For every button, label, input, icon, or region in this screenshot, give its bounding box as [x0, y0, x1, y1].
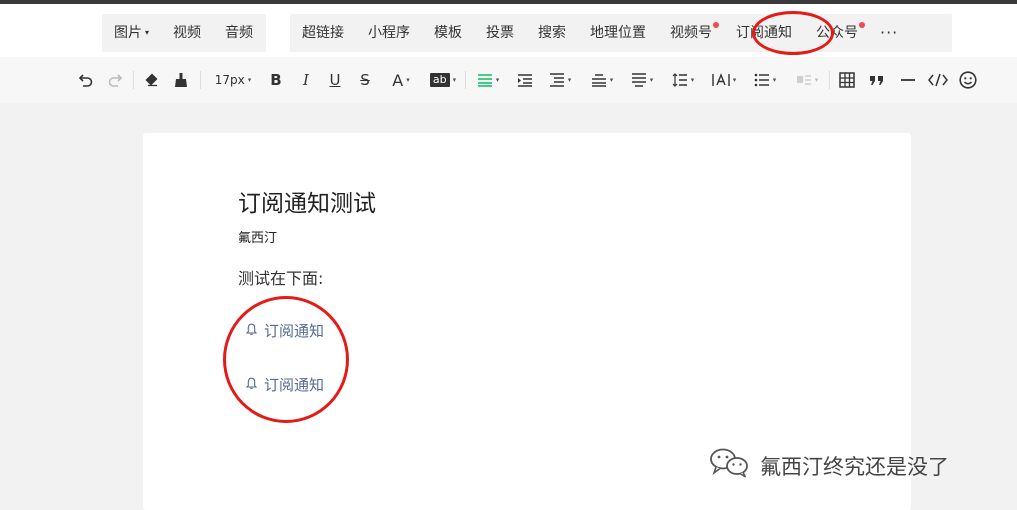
emoji-icon[interactable]	[957, 69, 979, 91]
undo-icon[interactable]	[76, 69, 96, 91]
toolbar-divider	[133, 71, 134, 89]
bell-icon	[245, 376, 258, 394]
media-menu-group: 图片 ▾ 视频 音频	[102, 14, 266, 52]
subscribe-notice-link[interactable]: 订阅通知	[245, 374, 324, 395]
menu-location[interactable]: 地理位置	[578, 14, 658, 52]
menu-mini-program[interactable]: 小程序	[356, 14, 422, 52]
menu-search[interactable]: 搜索	[526, 14, 578, 52]
menu-video[interactable]: 视频	[161, 14, 213, 52]
insert-menu-group: 超链接 小程序 模板 投票 搜索 地理位置 视频号 订阅通知 公众号 ···	[290, 14, 952, 52]
menu-channels[interactable]: 视频号	[658, 14, 724, 52]
letter-spacing-icon[interactable]: ▾	[708, 69, 740, 91]
chevron-down-icon: ▾	[609, 76, 614, 84]
article-title[interactable]: 订阅通知测试	[238, 184, 376, 218]
redo-icon[interactable]	[105, 69, 125, 91]
chevron-down-icon: ▾	[247, 76, 252, 84]
chevron-down-icon: ▾	[814, 76, 819, 84]
italic-button[interactable]: I	[297, 69, 315, 91]
paragraph-spacing-icon[interactable]: ▾	[545, 69, 575, 91]
chevron-down-icon: ▾	[690, 76, 695, 84]
eraser-icon[interactable]	[140, 69, 162, 91]
article-paragraph[interactable]: 测试在下面:	[238, 265, 323, 289]
chevron-down-icon: ▾	[145, 28, 150, 37]
menu-audio[interactable]: 音频	[213, 14, 265, 52]
menu-vote[interactable]: 投票	[474, 14, 526, 52]
indent-icon[interactable]	[515, 69, 535, 91]
align-left-button[interactable]: ▾	[473, 69, 503, 91]
chevron-down-icon: ▾	[567, 76, 572, 84]
menu-image[interactable]: 图片 ▾	[102, 14, 161, 52]
chevron-down-icon: ▾	[495, 76, 500, 84]
list-icon[interactable]: ▾	[750, 69, 780, 91]
spacing-after-icon[interactable]: ▾	[627, 69, 657, 91]
bell-icon	[245, 322, 258, 340]
toolbar-divider	[465, 71, 466, 89]
divider-line-icon[interactable]	[898, 69, 918, 91]
new-badge-dot	[859, 22, 865, 28]
format-painter-icon[interactable]	[170, 69, 192, 91]
image-float-icon[interactable]: ▾	[792, 69, 822, 91]
watermark-text: 氟西汀终究还是没了	[760, 454, 949, 479]
bold-button[interactable]: B	[267, 69, 285, 91]
background-color-button[interactable]: ab ▾	[427, 69, 459, 91]
chevron-down-icon: ▾	[649, 76, 654, 84]
menu-official-account[interactable]: 公众号	[804, 14, 870, 52]
subscribe-notice-link[interactable]: 订阅通知	[245, 320, 324, 341]
quote-icon[interactable]	[867, 69, 887, 91]
table-icon[interactable]	[837, 69, 857, 91]
watermark: 氟西汀终究还是没了	[708, 447, 949, 484]
code-icon[interactable]	[926, 69, 950, 91]
font-size-select[interactable]: 17px ▾	[209, 69, 257, 91]
font-color-button[interactable]: A ▾	[387, 69, 415, 91]
insert-menubar: 图片 ▾ 视频 音频 超链接 小程序 模板 投票 搜索 地理位置 视频号 订阅通知…	[0, 4, 1017, 57]
line-height-icon[interactable]: ▾	[668, 69, 698, 91]
toolbar-divider	[200, 71, 201, 89]
new-badge-dot	[713, 22, 719, 28]
chevron-down-icon: ▾	[452, 76, 457, 84]
chevron-down-icon: ▾	[772, 76, 777, 84]
menu-hyperlink[interactable]: 超链接	[290, 14, 356, 52]
underline-button[interactable]: U	[326, 69, 344, 91]
spacing-before-icon[interactable]: ▾	[587, 69, 617, 91]
article-author[interactable]: 氟西汀	[238, 227, 277, 246]
chevron-down-icon: ▾	[406, 76, 410, 84]
more-menu-button[interactable]: ···	[870, 14, 908, 52]
format-toolbar: 17px ▾ B I U S A ▾ ab ▾ ▾ ▾ ▾ ▾ ▾ ▾ ▾ ▾	[0, 57, 1017, 103]
strikethrough-button[interactable]: S	[356, 69, 374, 91]
chevron-down-icon: ▾	[732, 76, 737, 84]
wechat-logo-icon	[708, 447, 752, 484]
menu-subscribe-notice[interactable]: 订阅通知	[724, 14, 804, 52]
toolbar-divider	[829, 71, 830, 89]
menu-template[interactable]: 模板	[422, 14, 474, 52]
